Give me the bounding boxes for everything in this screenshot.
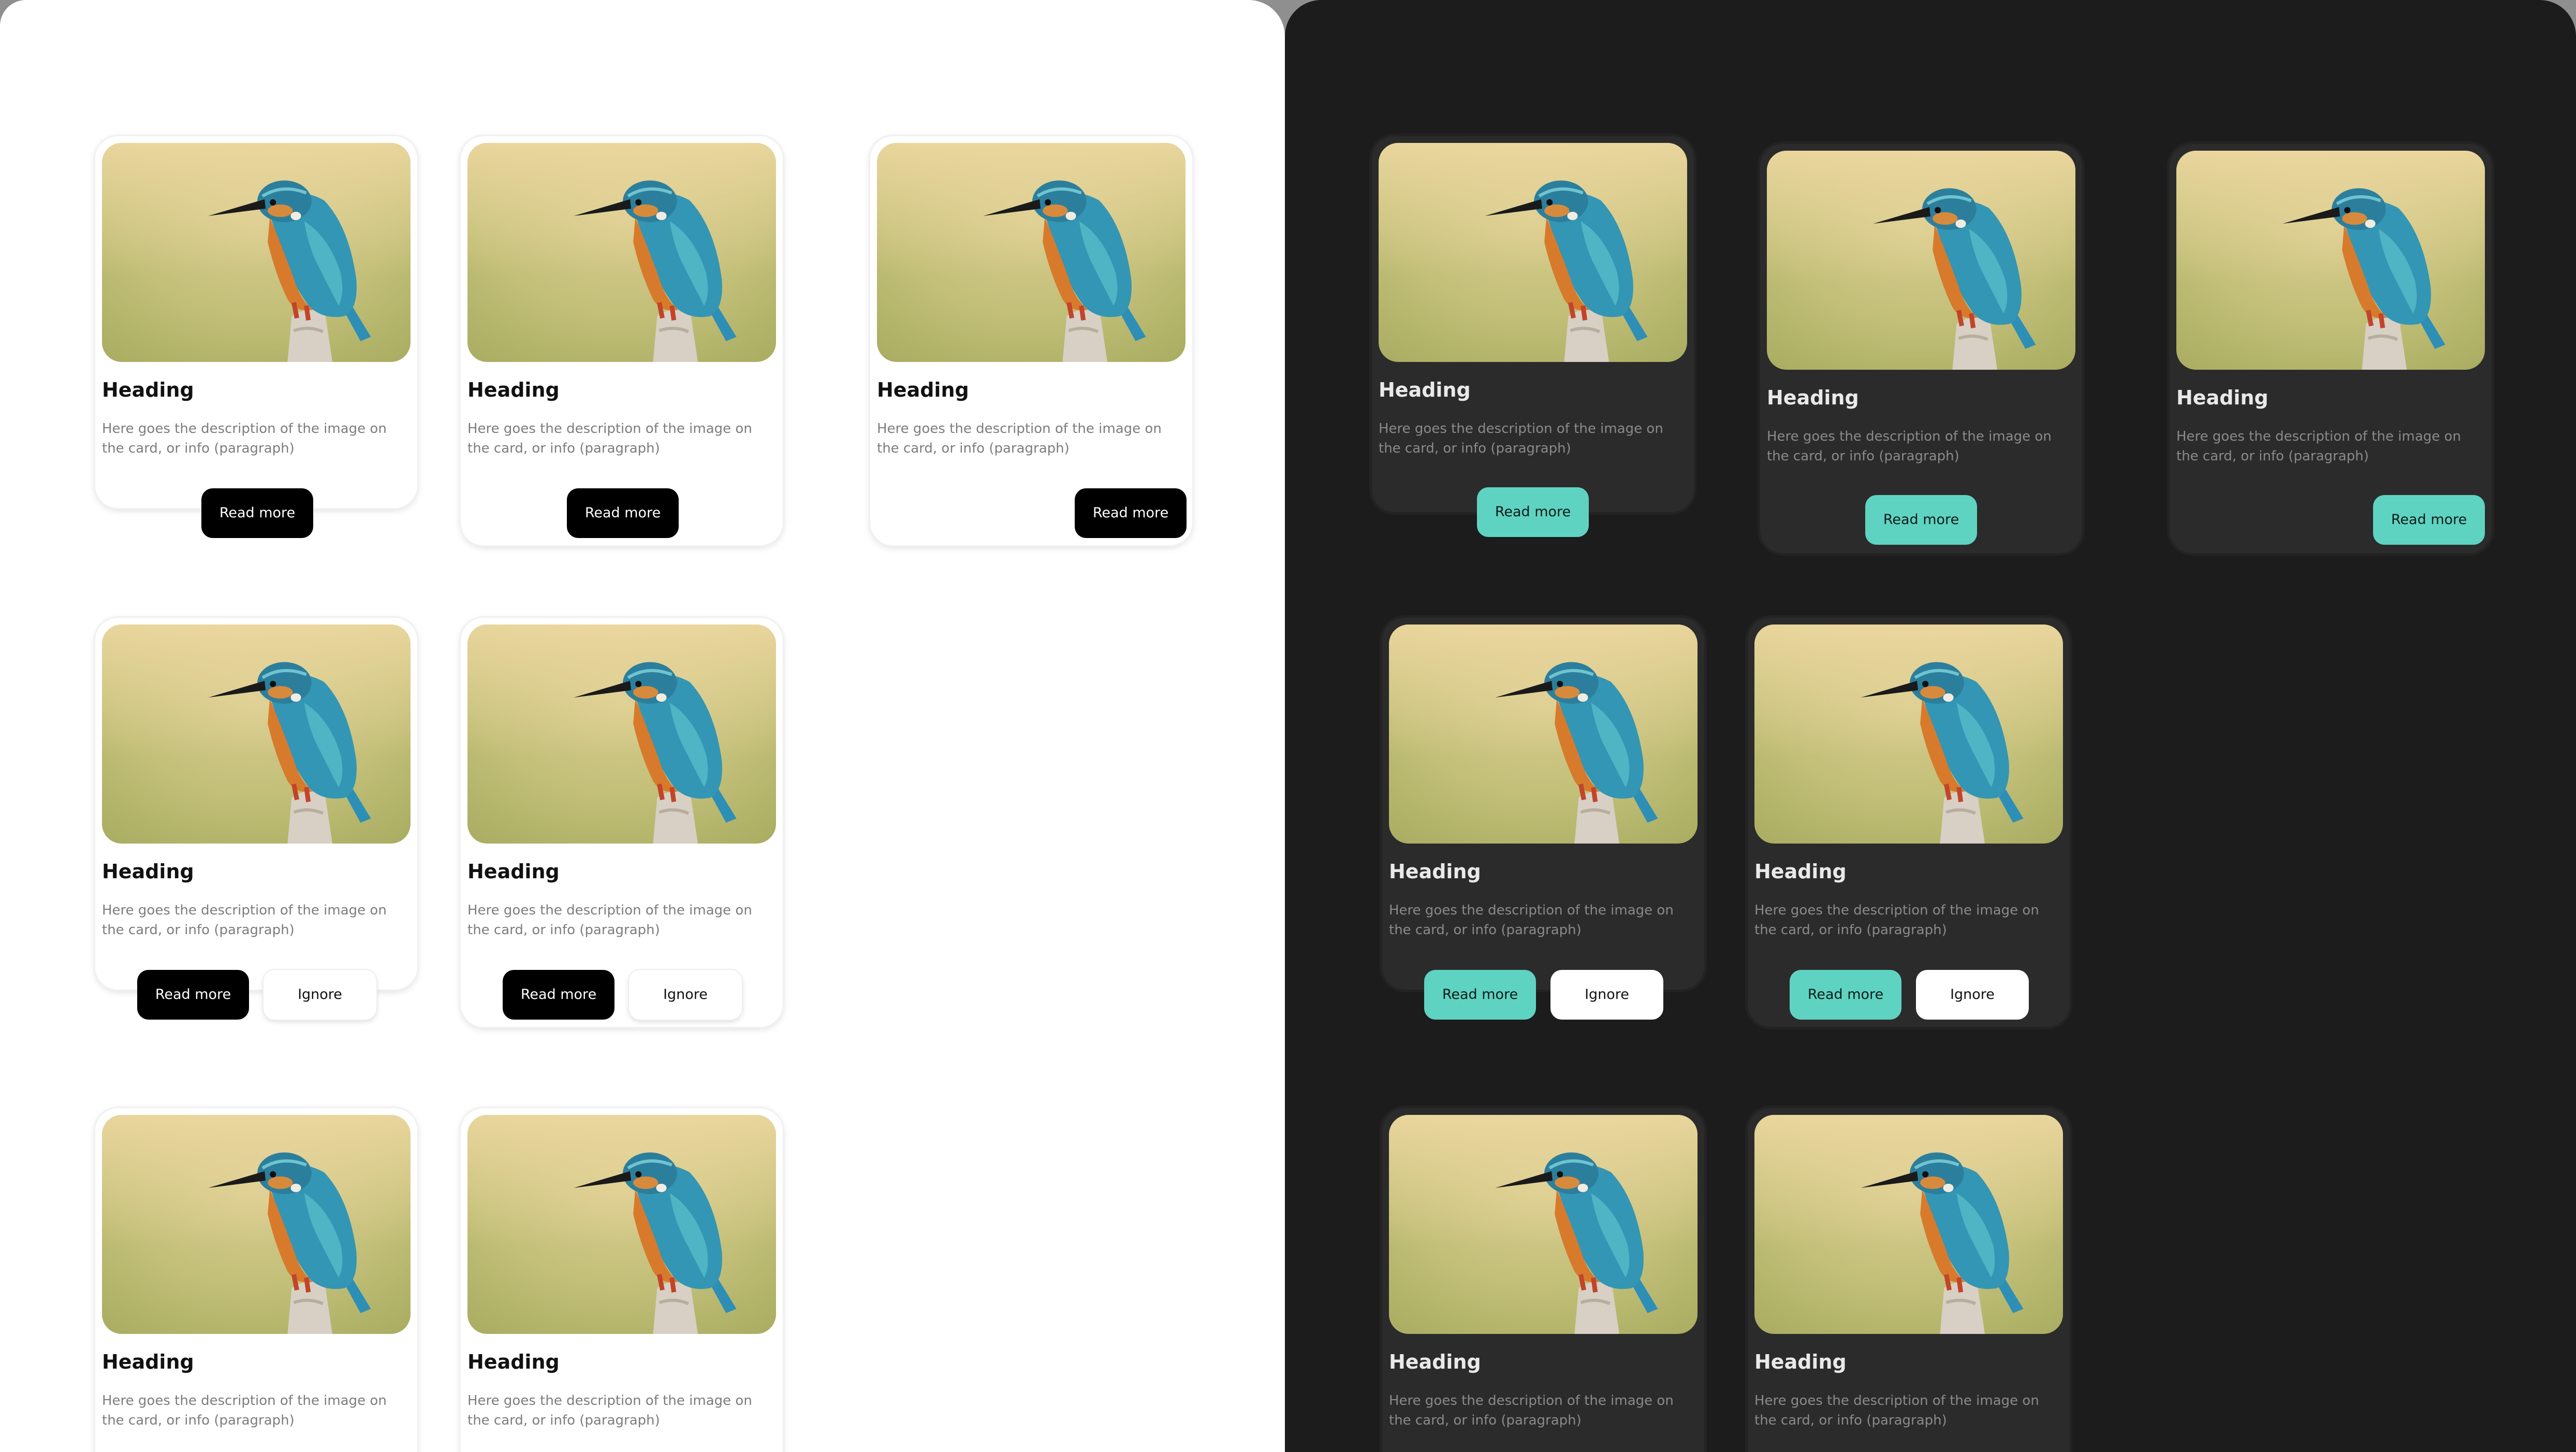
dark-theme-panel: Heading Here goes the description of the… <box>1285 0 2576 1452</box>
kingfisher-image <box>102 625 411 844</box>
read-more-button[interactable]: Read more <box>1075 488 1187 538</box>
ignore-button[interactable]: Ignore <box>629 970 742 1020</box>
card-heading: Heading <box>102 1351 194 1373</box>
kingfisher-image <box>467 625 776 844</box>
card-description: Here goes the description of the image o… <box>102 421 387 456</box>
card-heading: Heading <box>467 379 560 401</box>
card-description: Here goes the description of the image o… <box>467 903 752 938</box>
card-description: Here goes the description of the image o… <box>467 1393 752 1428</box>
card-heading: Heading <box>1754 860 1847 883</box>
card-heading: Heading <box>877 379 969 401</box>
card: Heading Here goes the description of the… <box>461 618 783 1027</box>
kingfisher-image <box>2176 151 2485 370</box>
card-heading: Heading <box>102 379 194 401</box>
card: Heading Here goes the description of the… <box>461 1108 783 1452</box>
card: Heading Here goes the description of the… <box>2170 144 2492 553</box>
card-heading: Heading <box>467 860 560 883</box>
kingfisher-image <box>467 143 776 362</box>
kingfisher-image <box>1389 625 1697 844</box>
card-heading: Heading <box>102 860 194 883</box>
card-heading: Heading <box>2176 386 2268 409</box>
card-description: Here goes the description of the image o… <box>877 421 1162 456</box>
kingfisher-image <box>1754 625 2063 844</box>
kingfisher-image <box>467 1115 776 1334</box>
card: Heading Here goes the description of the… <box>461 136 783 545</box>
kingfisher-image <box>102 143 411 362</box>
ignore-button[interactable]: Ignore <box>1916 970 2029 1020</box>
light-theme-panel: Heading Here goes the description of the… <box>0 0 1285 1452</box>
card-heading: Heading <box>1379 379 1471 401</box>
card: Heading Here goes the description of the… <box>1382 618 1704 1020</box>
card-description: Here goes the description of the image o… <box>1379 421 1663 456</box>
card-description: Here goes the description of the image o… <box>1389 1393 1674 1428</box>
card: Heading Here goes the description of the… <box>1372 136 1694 537</box>
card: Heading Here goes the description of the… <box>870 136 1192 545</box>
card: Heading Here goes the description of the… <box>1382 1108 1704 1452</box>
ignore-button[interactable]: Ignore <box>1550 970 1663 1020</box>
read-more-button[interactable]: Read more <box>1424 970 1536 1020</box>
kingfisher-image <box>877 143 1185 362</box>
card-description: Here goes the description of the image o… <box>467 421 752 456</box>
card-description: Here goes the description of the image o… <box>2176 429 2461 464</box>
kingfisher-image <box>1379 143 1687 362</box>
read-more-button[interactable]: Read more <box>2373 495 2485 545</box>
read-more-button[interactable]: Read more <box>1477 487 1589 537</box>
card: Heading Here goes the description of the… <box>1748 618 2070 1027</box>
card: Heading Here goes the description of the… <box>95 1108 417 1452</box>
card: Heading Here goes the description of the… <box>1748 1108 2070 1452</box>
kingfisher-image <box>102 1115 411 1334</box>
card: Heading Here goes the description of the… <box>95 136 417 538</box>
card-description: Here goes the description of the image o… <box>102 1393 387 1428</box>
card-description: Here goes the description of the image o… <box>1754 1393 2039 1428</box>
kingfisher-image <box>1767 151 2075 370</box>
card-heading: Heading <box>1767 386 1859 409</box>
card: Heading Here goes the description of the… <box>1760 144 2082 553</box>
card-heading: Heading <box>1389 1351 1481 1373</box>
read-more-button[interactable]: Read more <box>201 488 313 538</box>
card-description: Here goes the description of the image o… <box>1767 429 2052 464</box>
card-description: Here goes the description of the image o… <box>102 903 387 938</box>
read-more-button[interactable]: Read more <box>1865 495 1977 545</box>
card: Heading Here goes the description of the… <box>95 618 417 1020</box>
card-heading: Heading <box>467 1351 560 1373</box>
read-more-button[interactable]: Read more <box>137 970 249 1020</box>
card-heading: Heading <box>1389 860 1481 883</box>
kingfisher-image <box>1754 1115 2063 1334</box>
card-description: Here goes the description of the image o… <box>1754 903 2039 938</box>
card-description: Here goes the description of the image o… <box>1389 903 1674 938</box>
kingfisher-image <box>1389 1115 1697 1334</box>
read-more-button[interactable]: Read more <box>567 488 679 538</box>
ignore-button[interactable]: Ignore <box>264 970 376 1020</box>
read-more-button[interactable]: Read more <box>1790 970 1901 1020</box>
read-more-button[interactable]: Read more <box>503 970 614 1020</box>
card-heading: Heading <box>1754 1351 1847 1373</box>
